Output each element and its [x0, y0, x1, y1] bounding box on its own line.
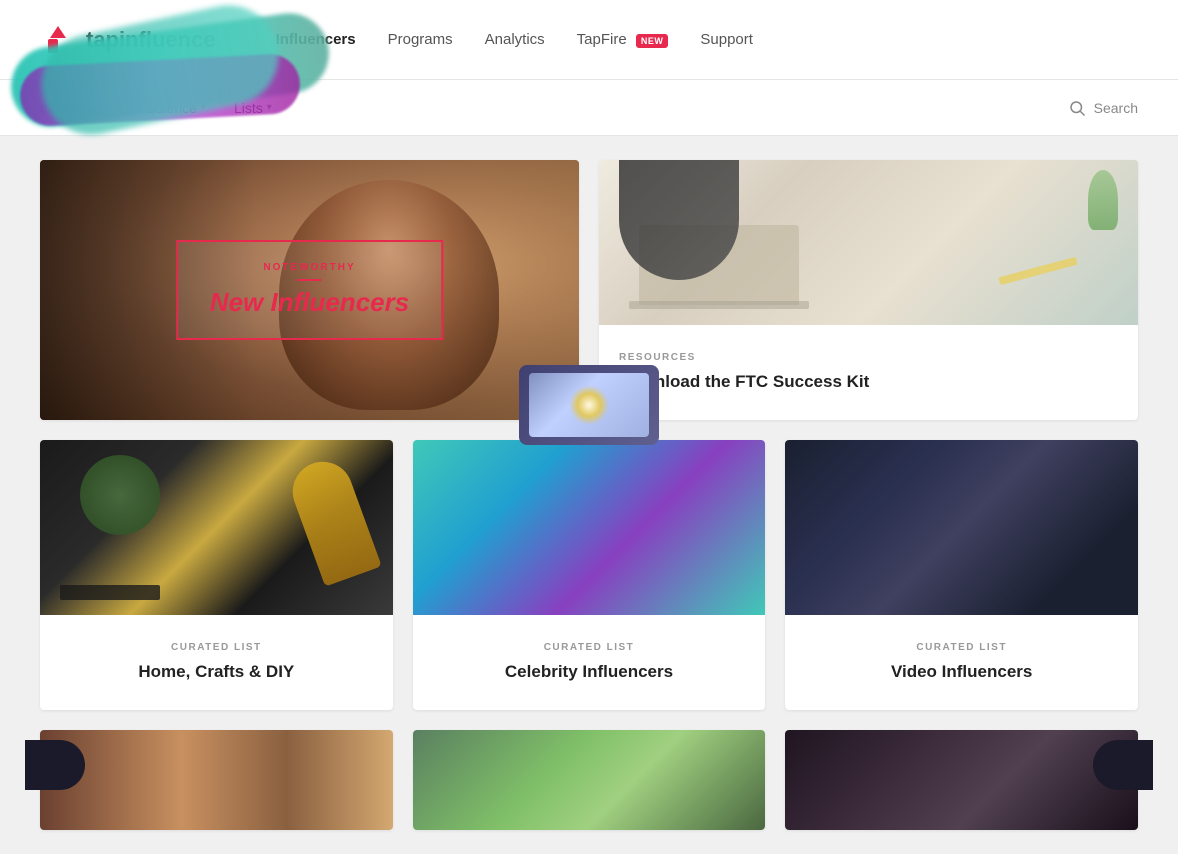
- video-image: [785, 440, 1138, 615]
- bottom-row: [40, 730, 1138, 830]
- celebrity-image: [413, 440, 766, 615]
- main-content: NOTEWORTHY New Influencers: [0, 136, 1178, 854]
- hero-divider: [298, 279, 322, 281]
- resource-category: RESOURCES: [619, 352, 1118, 363]
- celebrity-title: Celebrity Influencers: [505, 661, 673, 683]
- resource-body: RESOURCES Download the FTC Success Kit: [599, 325, 1138, 420]
- crafts-image: [40, 440, 393, 615]
- nav-analytics[interactable]: Analytics: [485, 31, 545, 48]
- celebrity-category: CURATED LIST: [544, 642, 635, 653]
- nav-programs[interactable]: Programs: [388, 31, 453, 48]
- hero-card[interactable]: NOTEWORTHY New Influencers: [40, 160, 579, 420]
- hero-tag: NOTEWORTHY: [210, 262, 409, 273]
- bottom-card-1[interactable]: [40, 730, 393, 830]
- resource-title: Download the FTC Success Kit: [619, 371, 1118, 393]
- tapfire-new-badge: NEW: [636, 34, 669, 48]
- curated-card-video[interactable]: CURATED LIST Video Influencers: [785, 440, 1138, 710]
- crafts-body: CURATED LIST Home, Crafts & DIY: [40, 615, 393, 710]
- nav-support[interactable]: Support: [700, 31, 753, 48]
- video-body: CURATED LIST Video Influencers: [785, 615, 1138, 710]
- video-category: CURATED LIST: [916, 642, 1007, 653]
- hero-overlay: NOTEWORTHY New Influencers: [176, 240, 443, 340]
- hero-border-box: NOTEWORTHY New Influencers: [176, 240, 443, 340]
- nav-tapfire[interactable]: TapFire NEW: [577, 31, 669, 48]
- crafts-category: CURATED LIST: [171, 642, 262, 653]
- curated-card-crafts[interactable]: CURATED LIST Home, Crafts & DIY: [40, 440, 393, 710]
- hero-title: New Influencers: [210, 287, 409, 318]
- resource-card[interactable]: RESOURCES Download the FTC Success Kit: [599, 160, 1138, 420]
- search-label: Search: [1094, 100, 1138, 116]
- mid-row: CURATED LIST Home, Crafts & DIY CURATED …: [40, 440, 1138, 710]
- video-title: Video Influencers: [891, 661, 1032, 683]
- main-nav: Influencers Programs Analytics TapFire N…: [276, 31, 753, 48]
- bottom-card-3[interactable]: [785, 730, 1138, 830]
- crafts-title: Home, Crafts & DIY: [138, 661, 294, 683]
- search-area[interactable]: Search: [1068, 99, 1138, 117]
- curated-card-celebrity[interactable]: CURATED LIST Celebrity Influencers: [413, 440, 766, 710]
- celebrity-body: CURATED LIST Celebrity Influencers: [413, 615, 766, 710]
- bottom-card-2[interactable]: [413, 730, 766, 830]
- search-icon: [1068, 99, 1086, 117]
- resource-image: [599, 160, 1138, 325]
